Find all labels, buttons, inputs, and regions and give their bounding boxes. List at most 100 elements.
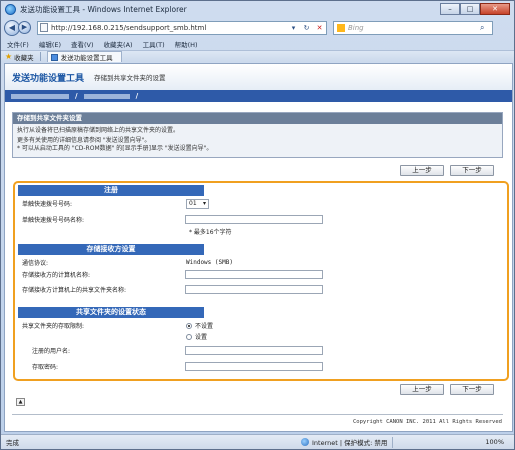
- description-line: 执行从设备将已扫描原稿存储到网络上的共享文件夹的设置。: [17, 127, 180, 134]
- restriction-row: 共享文件夹的存取限制: 不设置: [18, 320, 323, 330]
- refresh-icon[interactable]: ↻: [300, 24, 313, 32]
- stop-icon[interactable]: ✕: [313, 24, 326, 32]
- speed-dial-select[interactable]: 01: [186, 198, 209, 209]
- breadcrumb-item-location[interactable]: [83, 93, 130, 99]
- section-heading-register: 注册: [18, 185, 204, 196]
- page-header: 发送功能设置工具 存储到共享文件夹的设置: [5, 64, 512, 90]
- forward-nav-button[interactable]: ▶: [18, 21, 31, 34]
- page-top-icon[interactable]: ▲: [16, 398, 25, 406]
- next-button[interactable]: 下一步: [450, 165, 494, 176]
- breadcrumb-item-device[interactable]: [11, 93, 69, 99]
- username-field[interactable]: [185, 346, 323, 355]
- zoom-level[interactable]: 100%: [485, 438, 514, 446]
- username-label: 注册的用户名:: [32, 348, 71, 355]
- radio-on-label: 设置: [195, 333, 208, 341]
- status-text: 完成: [6, 439, 19, 447]
- footer-divider: [12, 414, 503, 415]
- search-box[interactable]: Bing ⌕: [333, 20, 493, 35]
- computer-name-field[interactable]: [185, 270, 323, 279]
- search-icon[interactable]: ⌕: [480, 23, 492, 33]
- page-title: 发送功能设置工具: [12, 73, 85, 84]
- password-label: 存取密码:: [32, 364, 59, 371]
- page-subtitle: 存储到共享文件夹的设置: [94, 74, 166, 82]
- maximize-button[interactable]: □: [460, 3, 480, 15]
- radio-off[interactable]: [186, 323, 192, 329]
- restriction-on-option[interactable]: 设置: [186, 332, 207, 341]
- page-icon: [40, 23, 48, 32]
- favorites-star-icon[interactable]: ★: [5, 52, 12, 61]
- computer-name-label: 存储接收方的计算机名称:: [22, 272, 91, 279]
- top-button-row: 上一步 下一步: [394, 165, 494, 177]
- description-body: 执行从设备将已扫描原稿存储到网络上的共享文件夹的设置。 更多有关使用的详细信息请…: [13, 124, 502, 157]
- security-zone[interactable]: Internet | 保护模式: 禁用: [301, 437, 387, 447]
- protocol-label: 通信协议:: [22, 259, 49, 267]
- password-row: 存取密码:: [18, 361, 323, 372]
- speed-dial-name-label: 单触快速拨号号码名称:: [22, 217, 85, 224]
- address-toolbar: ◀ ▶ http://192.168.0.215/sendsupport_smb…: [1, 18, 514, 37]
- bing-icon: [337, 23, 345, 32]
- username-row: 注册的用户名:: [18, 345, 323, 356]
- protocol-row: 通信协议: Windows (SMB): [18, 257, 323, 267]
- name-hint: * 最多16个字符: [189, 229, 232, 236]
- protocol-value: Windows (SMB): [186, 258, 233, 266]
- back-button[interactable]: 上一步: [400, 165, 444, 176]
- title-bar: 发送功能设置工具 - Windows Internet Explorer – □…: [1, 1, 514, 17]
- menu-help[interactable]: 帮助(H): [175, 39, 198, 49]
- zone-text: Internet | 保护模式: 禁用: [312, 439, 388, 447]
- menu-bar: 文件(F) 编辑(E) 查看(V) 收藏夹(A) 工具(T) 帮助(H): [1, 38, 514, 49]
- section-heading-sharing: 共享文件夹的设置状态: [18, 307, 204, 318]
- restriction-on-row: 设置: [18, 331, 323, 341]
- menu-favorites[interactable]: 收藏夹(A): [104, 39, 133, 49]
- breadcrumb-separator: /: [75, 92, 78, 100]
- menu-view[interactable]: 查看(V): [71, 39, 94, 49]
- close-button[interactable]: ✕: [480, 3, 510, 15]
- settings-frame: 注册 单触快速拨号号码: 01 单触快速拨号号码名称: * 最多16个字符 存储…: [13, 181, 509, 381]
- radio-off-label: 不设置: [195, 322, 214, 330]
- breadcrumb: / /: [5, 90, 512, 102]
- browser-tab[interactable]: 发送功能设置工具: [46, 51, 122, 62]
- bottom-button-row: 上一步 下一步: [394, 384, 494, 396]
- address-dropdown-icon[interactable]: ▾: [287, 24, 300, 32]
- menu-tools[interactable]: 工具(T): [143, 39, 165, 49]
- description-heading: 存储到共享文件夹设置: [13, 113, 502, 124]
- restriction-off-option[interactable]: 不设置: [186, 321, 213, 330]
- description-box: 存储到共享文件夹设置 执行从设备将已扫描原稿存储到网络上的共享文件夹的设置。 更…: [12, 112, 503, 158]
- description-line: 更多有关使用的详细信息请参阅 "发送设置向导"。: [17, 137, 151, 144]
- browser-window: 发送功能设置工具 - Windows Internet Explorer – □…: [0, 0, 515, 450]
- restriction-label: 共享文件夹的存取限制:: [22, 322, 85, 330]
- tab-page-icon: [50, 53, 58, 61]
- back-button[interactable]: 上一步: [400, 384, 444, 395]
- minimize-button[interactable]: –: [440, 3, 460, 15]
- ie-logo-icon: [5, 3, 16, 15]
- shared-folder-field[interactable]: [185, 285, 323, 294]
- radio-on[interactable]: [186, 334, 192, 340]
- shared-folder-label: 存储接收方计算机上的共享文件夹名称:: [22, 287, 127, 294]
- tab-title: 发送功能设置工具: [60, 54, 113, 62]
- description-note: * 可以从启动工具的 "CD-ROM数据" 的[显示手册]显示 "发送设置向导"…: [17, 145, 213, 152]
- page-content: 发送功能设置工具 存储到共享文件夹的设置 / / 存储到共享文件夹设置 执行从设…: [4, 63, 513, 432]
- divider: [39, 52, 41, 61]
- shared-folder-row: 存储接收方计算机上的共享文件夹名称:: [18, 284, 323, 295]
- globe-icon: [301, 438, 309, 446]
- divider: [392, 436, 394, 448]
- name-row: 单触快速拨号号码名称:: [18, 214, 323, 225]
- next-button[interactable]: 下一步: [450, 384, 494, 395]
- window-title: 发送功能设置工具 - Windows Internet Explorer: [20, 4, 187, 14]
- speed-dial-name-field[interactable]: [185, 215, 323, 224]
- status-bar: 完成 Internet | 保护模式: 禁用 100%: [1, 434, 514, 449]
- menu-edit[interactable]: 编辑(E): [39, 39, 61, 49]
- copyright: Copyright CANON INC. 2011 All Rights Res…: [352, 419, 502, 425]
- speed-dial-label: 单触快速拨号号码:: [22, 201, 73, 208]
- address-field[interactable]: http://192.168.0.215/sendsupport_smb.htm…: [37, 20, 327, 35]
- search-input[interactable]: Bing: [348, 24, 480, 32]
- breadcrumb-separator: /: [135, 92, 139, 100]
- computer-name-row: 存储接收方的计算机名称:: [18, 269, 323, 280]
- password-field[interactable]: [185, 362, 323, 371]
- favorites-bar: ★ 收藏夹 发送功能设置工具: [1, 50, 514, 62]
- section-heading-destination: 存储接收方设置: [18, 244, 204, 255]
- menu-file[interactable]: 文件(F): [7, 39, 29, 49]
- url-text[interactable]: http://192.168.0.215/sendsupport_smb.htm…: [51, 24, 287, 32]
- speed-dial-row: 单触快速拨号号码: 01: [18, 198, 323, 209]
- favorites-button[interactable]: 收藏夹: [14, 52, 34, 62]
- window-controls: – □ ✕: [440, 3, 510, 15]
